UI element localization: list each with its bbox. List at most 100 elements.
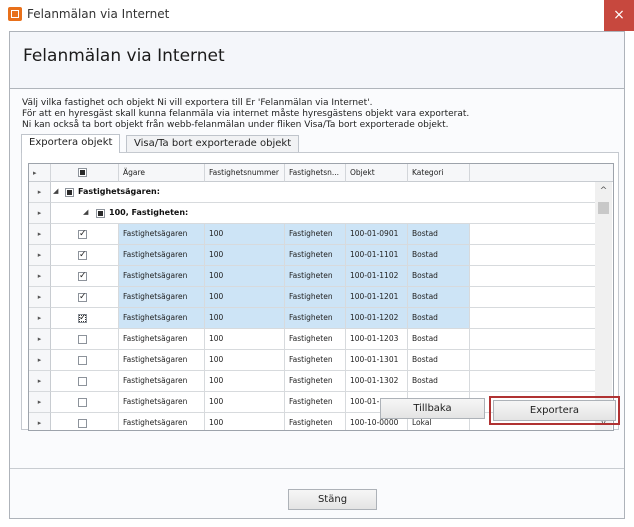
cell-category[interactable]: Bostad [408,371,470,392]
cell-object[interactable]: 100-01-1101 [346,245,408,266]
cell-object[interactable]: 100-01-1301 [346,350,408,371]
cell-object[interactable]: 100-01-1202 [346,308,408,329]
table-row[interactable]: ▸ ✓ Fastighetsägaren 100 Fastigheten 100-01-1… [29,308,595,329]
filler-cell [470,224,595,245]
cell-name[interactable]: Fastigheten [285,245,346,266]
cell-nr[interactable]: 100 [205,266,285,287]
column-header-fastighetsnummer[interactable]: Fastighetsnummer [205,164,285,182]
export-button[interactable]: Exportera [493,400,616,421]
cell-owner[interactable]: Fastighetsägaren [119,287,205,308]
row-indicator: ▸ [29,329,51,350]
cell-object[interactable]: 100-01-1102 [346,266,408,287]
row-checkbox[interactable] [78,377,87,386]
cell-name[interactable]: Fastigheten [285,350,346,371]
cell-nr[interactable]: 100 [205,350,285,371]
table-row[interactable]: ▸ ✓ Fastighetsägaren 100 Fastigheten 100-01-0… [29,224,595,245]
cell-object[interactable]: 100-01-1203 [346,329,408,350]
row-checkbox[interactable]: ✓ [78,314,87,323]
close-window-button[interactable]: × [604,0,634,31]
column-header-agare[interactable]: Ägare [119,164,205,182]
expand-triangle-icon[interactable]: ◢ [53,187,58,195]
table-row[interactable]: ▸ ✓ Fastighetsägaren 100 Fastigheten 100-01-1… [29,245,595,266]
row-checkbox[interactable] [78,335,87,344]
header-panel: Felanmälan via Internet [10,32,624,89]
cell-category[interactable]: Bostad [408,350,470,371]
cell-name[interactable]: Fastigheten [285,413,346,430]
app-icon [8,7,22,21]
row-checkbox[interactable]: ✓ [78,272,87,281]
row-checkbox[interactable]: ✓ [78,293,87,302]
table-row[interactable]: ▸ Fastighetsägaren 100 Fastigheten 100-01-13… [29,371,595,392]
group-cell: ◢ 100, Fastigheten: [51,203,595,224]
cell-object[interactable]: 100-01-1201 [346,287,408,308]
tab-exportera-objekt[interactable]: Exportera objekt [21,134,121,153]
cell-name[interactable]: Fastigheten [285,371,346,392]
scroll-up-icon[interactable]: ^ [595,186,612,198]
cell-owner[interactable]: Fastighetsägaren [119,308,205,329]
scroll-thumb[interactable] [598,202,609,214]
dialog-window: Felanmälan via Internet × Felanmälan via… [0,0,634,527]
cell-owner[interactable]: Fastighetsägaren [119,224,205,245]
cell-object[interactable]: 100-01-0901 [346,224,408,245]
cell-name[interactable]: Fastigheten [285,266,346,287]
checkbox-cell: ✓ [51,266,119,287]
group-row-property[interactable]: ▸ ◢ 100, Fastigheten: [29,203,595,224]
cell-object[interactable]: 100-01-1302 [346,371,408,392]
row-checkbox[interactable] [78,398,87,407]
checkbox-cell [51,371,119,392]
collapse-arrow-icon[interactable]: ▸ [33,169,37,177]
back-button[interactable]: Tillbaka [380,398,485,419]
row-checkbox[interactable]: ✓ [78,251,87,260]
cell-name[interactable]: Fastigheten [285,392,346,413]
table-row[interactable]: ▸ ✓ Fastighetsägaren 100 Fastigheten 100-01-1… [29,287,595,308]
group-checkbox[interactable] [96,209,105,218]
column-header-fastighetsnamn[interactable]: Fastighetsn... [285,164,346,182]
column-header-objekt[interactable]: Objekt [346,164,408,182]
row-checkbox[interactable] [78,356,87,365]
cell-nr[interactable]: 100 [205,308,285,329]
expand-triangle-icon[interactable]: ◢ [83,208,88,216]
tab-visa-ta-bort[interactable]: Visa/Ta bort exporterade objekt [126,135,300,152]
objects-grid: ▸ Ägare Fastighetsnummer Fastighetsn... … [28,163,614,431]
cell-name[interactable]: Fastigheten [285,287,346,308]
cell-name[interactable]: Fastigheten [285,308,346,329]
row-indicator: ▸ [29,203,51,224]
cell-nr[interactable]: 100 [205,413,285,430]
page-title: Felanmälan via Internet [23,46,225,66]
cell-nr[interactable]: 100 [205,371,285,392]
close-button[interactable]: Stäng [288,489,377,510]
vertical-scrollbar[interactable]: ^ v [595,182,612,430]
cell-name[interactable]: Fastigheten [285,224,346,245]
cell-name[interactable]: Fastigheten [285,329,346,350]
cell-category[interactable]: Bostad [408,224,470,245]
table-row[interactable]: ▸ Fastighetsägaren 100 Fastigheten 100-01-12… [29,329,595,350]
cell-owner[interactable]: Fastighetsägaren [119,392,205,413]
cell-nr[interactable]: 100 [205,329,285,350]
cell-owner[interactable]: Fastighetsägaren [119,245,205,266]
cell-category[interactable]: Bostad [408,266,470,287]
cell-category[interactable]: Bostad [408,287,470,308]
cell-category[interactable]: Bostad [408,245,470,266]
window-title: Felanmälan via Internet [27,7,170,21]
checkbox-cell [51,392,119,413]
table-row[interactable]: ▸ ✓ Fastighetsägaren 100 Fastigheten 100-01-1… [29,266,595,287]
cell-nr[interactable]: 100 [205,392,285,413]
group-label: 100, Fastigheten: [109,208,189,217]
cell-nr[interactable]: 100 [205,224,285,245]
cell-nr[interactable]: 100 [205,287,285,308]
cell-category[interactable]: Bostad [408,308,470,329]
row-checkbox[interactable] [78,419,87,428]
cell-nr[interactable]: 100 [205,245,285,266]
select-all-checkbox[interactable] [78,168,87,177]
group-checkbox[interactable] [65,188,74,197]
group-row-owner[interactable]: ▸ ◢ Fastighetsägaren: [29,182,595,203]
cell-owner[interactable]: Fastighetsägaren [119,413,205,430]
cell-owner[interactable]: Fastighetsägaren [119,329,205,350]
cell-owner[interactable]: Fastighetsägaren [119,266,205,287]
cell-category[interactable]: Bostad [408,329,470,350]
cell-owner[interactable]: Fastighetsägaren [119,350,205,371]
row-checkbox[interactable]: ✓ [78,230,87,239]
column-header-kategori[interactable]: Kategori [408,164,470,182]
table-row[interactable]: ▸ Fastighetsägaren 100 Fastigheten 100-01-13… [29,350,595,371]
cell-owner[interactable]: Fastighetsägaren [119,371,205,392]
